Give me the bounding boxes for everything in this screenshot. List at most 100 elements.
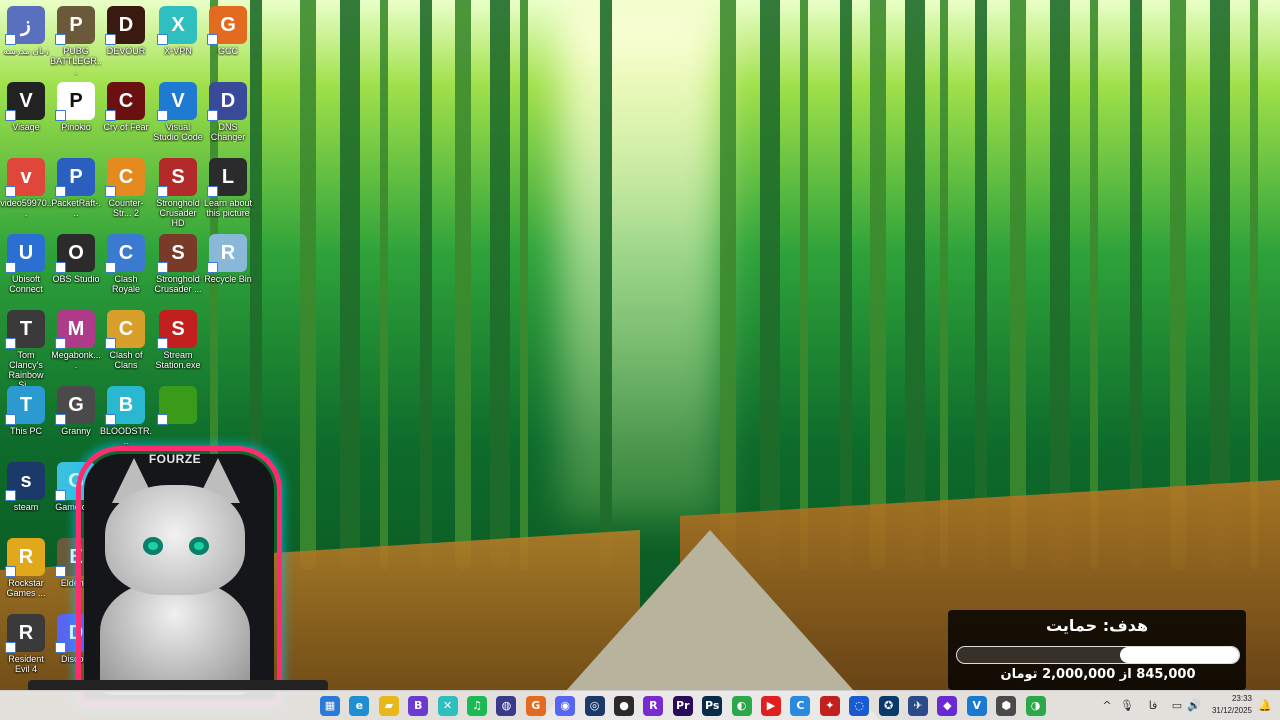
goal-progress-bar xyxy=(956,646,1240,664)
app-box-icon[interactable]: ⬢ xyxy=(996,696,1017,716)
gcc-taskbar-icon[interactable]: G xyxy=(525,696,546,716)
desktop-icon-steam[interactable]: s steam xyxy=(0,462,52,512)
bamboo-stalk xyxy=(1130,0,1142,570)
vscode-icon: V xyxy=(157,82,197,121)
edge-icon[interactable]: e xyxy=(349,696,370,716)
megabonk-icon: M xyxy=(55,310,95,349)
desktop-icon-streamstation[interactable]: S Stream Station.exe xyxy=(152,310,204,370)
desktop-icon-obs[interactable]: O OBS Studio xyxy=(50,234,102,284)
bamboo-stalk xyxy=(760,0,780,570)
xvpn-taskbar-icon[interactable]: ✕ xyxy=(437,696,458,716)
counterstrike-icon: C xyxy=(105,158,145,197)
clashofclans-icon: C xyxy=(105,310,145,349)
bamboo-stalk xyxy=(340,0,360,570)
desktop-icon-label: video59970... xyxy=(0,198,52,218)
pubg-icon: P xyxy=(55,6,95,45)
chrome-icon[interactable]: ◐ xyxy=(731,696,752,716)
xvpn-icon: X xyxy=(157,6,197,45)
devour-taskbar-icon[interactable]: ✦ xyxy=(819,696,840,716)
desktop-icon-granny[interactable]: G Granny xyxy=(50,386,102,436)
desktop-icon-label: DNS Changer xyxy=(210,122,246,142)
app-world-icon[interactable]: ✪ xyxy=(878,696,899,716)
desktop-icon-xvpn[interactable]: X X-VPN xyxy=(152,6,204,56)
desktop-icon-star[interactable]: ز زبان مدرسه xyxy=(0,6,52,56)
app-globe-icon[interactable]: ◍ xyxy=(496,696,517,716)
app-v-icon[interactable]: V xyxy=(966,696,987,716)
bamboo-stalk xyxy=(490,0,510,570)
r-app-icon[interactable]: R xyxy=(643,696,664,716)
clock-date: 31/12/2025 xyxy=(1211,706,1252,715)
rainbow6-icon: T xyxy=(5,310,45,349)
desktop-icon-rainbow6[interactable]: T Tom Clancy's Rainbow Si... xyxy=(0,310,52,390)
bamboo-stalk xyxy=(905,0,925,570)
desktop-icon-clashroyale[interactable]: C Clash Royale xyxy=(100,234,152,294)
desktop-icon-label: Visage xyxy=(12,122,40,132)
bypass-icon[interactable]: B xyxy=(408,696,429,716)
app-c-icon[interactable]: C xyxy=(790,696,811,716)
bamboo-stalk xyxy=(870,0,886,570)
notification-icon[interactable]: 🔔 xyxy=(1256,697,1274,715)
visual-studio-icon[interactable]: ◆ xyxy=(937,696,958,716)
language-indicator[interactable]: فا xyxy=(1144,697,1162,715)
goal-progress-fill xyxy=(1119,647,1239,663)
desktop-icon-stronghold[interactable]: S Stronghold Crusader HD xyxy=(152,158,204,228)
desktop-icon-visage[interactable]: V Visage xyxy=(0,82,52,132)
desktop-icon-dns[interactable]: D DNS Changer xyxy=(202,82,254,142)
desktop-icon-residentevil[interactable]: R Resident Evil 4 xyxy=(0,614,52,674)
spotify-icon[interactable]: ♫ xyxy=(467,696,487,716)
desktop-icon-vscode[interactable]: V Visual Studio Code xyxy=(152,82,204,142)
explorer-icon[interactable]: ▦ xyxy=(320,696,340,716)
network-icon[interactable]: ▭ xyxy=(1168,697,1186,715)
tray-chevron-icon[interactable]: ^ xyxy=(1098,697,1116,715)
obs-taskbar-icon[interactable]: ● xyxy=(614,696,634,716)
desktop-icon-label: PacketRaft-... xyxy=(51,198,101,218)
this-pc-icon: T xyxy=(5,386,45,425)
wallpaper-light xyxy=(560,0,720,520)
desktop-icon-stronghold2[interactable]: S Stronghold Crusader ... xyxy=(152,234,204,294)
steam-taskbar-icon[interactable]: ◎ xyxy=(584,696,605,716)
desktop-icon-recycle-bin[interactable]: R Recycle Bin xyxy=(202,234,254,284)
residentevil-icon: R xyxy=(5,614,45,653)
desktop-icon-learn[interactable]: L Learn about this picture xyxy=(202,158,254,218)
premiere-icon[interactable]: Pr xyxy=(672,696,693,716)
app-swirl-icon[interactable]: ◌ xyxy=(849,696,870,716)
bamboo-stalk xyxy=(1170,0,1186,570)
app-bird-icon[interactable]: ✈ xyxy=(908,696,928,716)
desktop-icon-nvidia[interactable] xyxy=(152,386,204,426)
bamboo-stalk xyxy=(840,0,852,570)
desktop-icon-devour[interactable]: D DEVOUR xyxy=(100,6,152,56)
volume-icon[interactable]: 🔊 xyxy=(1185,697,1203,715)
goal-amount: 845,000 از 2,000,000 تومان xyxy=(1000,667,1196,682)
discord-taskbar-icon[interactable]: ◉ xyxy=(555,696,576,716)
desktop-icon-this-pc[interactable]: T This PC xyxy=(0,386,52,436)
bamboo-stalk xyxy=(1090,0,1098,570)
photoshop-icon[interactable]: Ps xyxy=(702,696,723,716)
desktop-icon-packetraft[interactable]: P PacketRaft-... xyxy=(50,158,102,218)
chrome2-icon[interactable]: ◑ xyxy=(1025,696,1046,716)
desktop-icon-label: Visual Studio Code xyxy=(153,122,203,142)
desktop-icon-label: PUBG BATTLEGR... xyxy=(50,46,102,76)
microphone-icon[interactable]: 🎙 xyxy=(1118,697,1136,715)
desktop-icon-counterstrike[interactable]: C Counter-Str... 2 xyxy=(100,158,152,218)
desktop-icon-ubisoft[interactable]: U Ubisoft Connect xyxy=(0,234,52,294)
cat-head xyxy=(105,485,245,595)
bamboo-stalk xyxy=(455,0,471,570)
visage-icon: V xyxy=(5,82,45,121)
desktop-icon-pubg[interactable]: P PUBG BATTLEGR... xyxy=(50,6,102,76)
desktop-icon-video[interactable]: v video59970... xyxy=(0,158,52,218)
folder-icon[interactable]: ▰ xyxy=(378,696,399,716)
desktop-icon-gcc[interactable]: G GCC xyxy=(202,6,254,56)
desktop-icon-rockstar[interactable]: R Rockstar Games ... xyxy=(0,538,52,598)
desktop-icon-cryoffear[interactable]: C Cry of Fear xyxy=(100,82,152,132)
bamboo-stalk xyxy=(1050,0,1070,570)
youtube-icon[interactable]: ▶ xyxy=(761,696,781,716)
desktop-icon-clashofclans[interactable]: C Clash of Clans xyxy=(100,310,152,370)
desktop-icon-megabonk[interactable]: M Megabonk.... xyxy=(50,310,102,370)
desktop-icon-label: Clash Royale xyxy=(111,274,140,294)
desktop-icon-label: Cry of Fear xyxy=(103,122,149,132)
desktop-icon-label: زبان مدرسه xyxy=(3,46,49,56)
bamboo-stalk xyxy=(380,0,388,570)
clock[interactable]: 23:33 31/12/2025 xyxy=(1204,693,1252,717)
desktop-icon-pinokio[interactable]: P Pinokio xyxy=(50,82,102,132)
desktop-icon-label: Pinokio xyxy=(61,122,91,132)
